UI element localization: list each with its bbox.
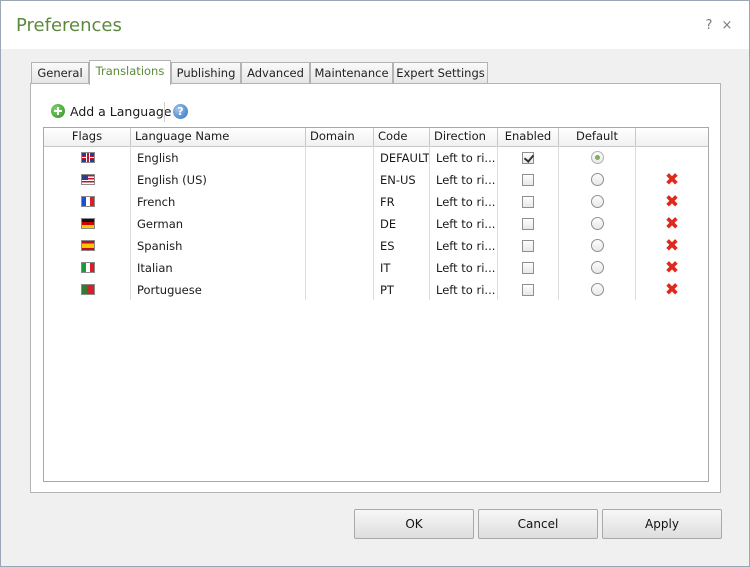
language-name: German — [137, 217, 184, 231]
help-icon[interactable]: ? — [703, 19, 715, 33]
language-name: Portuguese — [137, 283, 202, 297]
title-bar: Preferences ? × — [1, 1, 749, 49]
delete-icon[interactable]: ✖ — [664, 194, 680, 211]
uk-flag-icon — [81, 152, 95, 163]
tab-general[interactable]: General — [31, 62, 89, 83]
language-code: DE — [380, 217, 397, 231]
delete-icon[interactable]: ✖ — [664, 282, 680, 299]
language-name: English — [137, 151, 179, 165]
language-direction[interactable]: Left to ri... — [431, 235, 496, 257]
france-flag-icon — [81, 196, 95, 207]
column-header-enabled[interactable]: Enabled — [498, 128, 559, 146]
help-icon[interactable]: ? — [173, 104, 188, 119]
language-direction[interactable]: Left to ri... — [431, 169, 496, 191]
add-language-label: Add a Language — [70, 104, 172, 119]
ok-button[interactable]: OK — [354, 509, 474, 539]
default-radio[interactable] — [591, 239, 604, 252]
tab-publishing[interactable]: Publishing — [171, 62, 241, 83]
column-header-actions — [636, 128, 708, 146]
column-header-domain[interactable]: Domain — [306, 128, 374, 146]
close-icon[interactable]: × — [721, 19, 733, 33]
italy-flag-icon — [81, 262, 95, 273]
language-domain[interactable] — [306, 191, 372, 213]
enabled-checkbox[interactable] — [522, 240, 534, 252]
table-row[interactable]: English DEFAULT Left to ri... — [44, 147, 708, 169]
toolbar-separator — [164, 102, 165, 122]
column-header-default[interactable]: Default — [559, 128, 636, 146]
cancel-button[interactable]: Cancel — [478, 509, 598, 539]
default-radio[interactable] — [591, 195, 604, 208]
delete-icon[interactable]: ✖ — [664, 216, 680, 233]
language-code: IT — [380, 261, 391, 275]
language-name: English (US) — [137, 173, 207, 187]
language-domain[interactable] — [306, 169, 372, 191]
column-header-language-name[interactable]: Language Name — [131, 128, 306, 146]
table-row[interactable]: Portuguese PT Left to ri... ✖ — [44, 279, 708, 301]
table-row[interactable]: French FR Left to ri... ✖ — [44, 191, 708, 213]
us-flag-icon — [81, 174, 95, 185]
tab-maintenance[interactable]: Maintenance — [310, 62, 393, 83]
table-row[interactable]: Italian IT Left to ri... ✖ — [44, 257, 708, 279]
language-direction[interactable]: Left to ri... — [431, 257, 496, 279]
grid-header: Flags Language Name Domain Code Directio… — [44, 128, 708, 147]
delete-icon[interactable]: ✖ — [664, 172, 680, 189]
preferences-dialog: Preferences ? × General Translations Pub… — [0, 0, 750, 567]
delete-icon[interactable]: ✖ — [664, 260, 680, 277]
enabled-checkbox[interactable] — [522, 284, 534, 296]
language-code: DEFAULT — [380, 151, 429, 165]
portugal-flag-icon — [81, 284, 95, 295]
tab-expert-settings[interactable]: Expert Settings — [393, 62, 488, 83]
enabled-checkbox[interactable] — [522, 174, 534, 186]
default-radio[interactable] — [591, 173, 604, 186]
table-row[interactable]: English (US) EN-US Left to ri... ✖ — [44, 169, 708, 191]
column-header-flags[interactable]: Flags — [44, 128, 131, 146]
language-direction[interactable]: Left to ri... — [431, 279, 496, 301]
delete-icon[interactable]: ✖ — [664, 238, 680, 255]
table-row[interactable]: German DE Left to ri... ✖ — [44, 213, 708, 235]
default-radio[interactable] — [591, 151, 604, 164]
enabled-checkbox[interactable] — [522, 196, 534, 208]
language-domain[interactable] — [306, 213, 372, 235]
language-code: ES — [380, 239, 395, 253]
default-radio[interactable] — [591, 261, 604, 274]
language-direction[interactable]: Left to ri... — [431, 191, 496, 213]
dialog-title: Preferences — [16, 15, 122, 36]
enabled-checkbox[interactable] — [522, 152, 534, 164]
languages-grid: Flags Language Name Domain Code Directio… — [43, 127, 709, 482]
tab-translations[interactable]: Translations — [89, 60, 171, 85]
enabled-checkbox[interactable] — [522, 218, 534, 230]
language-direction[interactable]: Left to ri... — [431, 147, 496, 169]
default-radio[interactable] — [591, 283, 604, 296]
add-icon — [51, 104, 65, 118]
germany-flag-icon — [81, 218, 95, 229]
language-name: Spanish — [137, 239, 183, 253]
table-row[interactable]: Spanish ES Left to ri... ✖ — [44, 235, 708, 257]
spain-flag-icon — [81, 240, 95, 251]
column-header-code[interactable]: Code — [374, 128, 430, 146]
language-domain[interactable] — [306, 279, 372, 301]
language-name: Italian — [137, 261, 173, 275]
column-header-direction[interactable]: Direction — [430, 128, 498, 146]
language-domain[interactable] — [306, 257, 372, 279]
default-radio[interactable] — [591, 217, 604, 230]
language-code: EN-US — [380, 173, 416, 187]
language-domain[interactable] — [306, 147, 372, 169]
enabled-checkbox[interactable] — [522, 262, 534, 274]
add-language-button[interactable]: Add a Language — [49, 102, 172, 122]
language-code: PT — [380, 283, 394, 297]
apply-button[interactable]: Apply — [602, 509, 722, 539]
language-domain[interactable] — [306, 235, 372, 257]
language-name: French — [137, 195, 176, 209]
tab-advanced[interactable]: Advanced — [241, 62, 310, 83]
language-direction[interactable]: Left to ri... — [431, 213, 496, 235]
language-code: FR — [380, 195, 395, 209]
